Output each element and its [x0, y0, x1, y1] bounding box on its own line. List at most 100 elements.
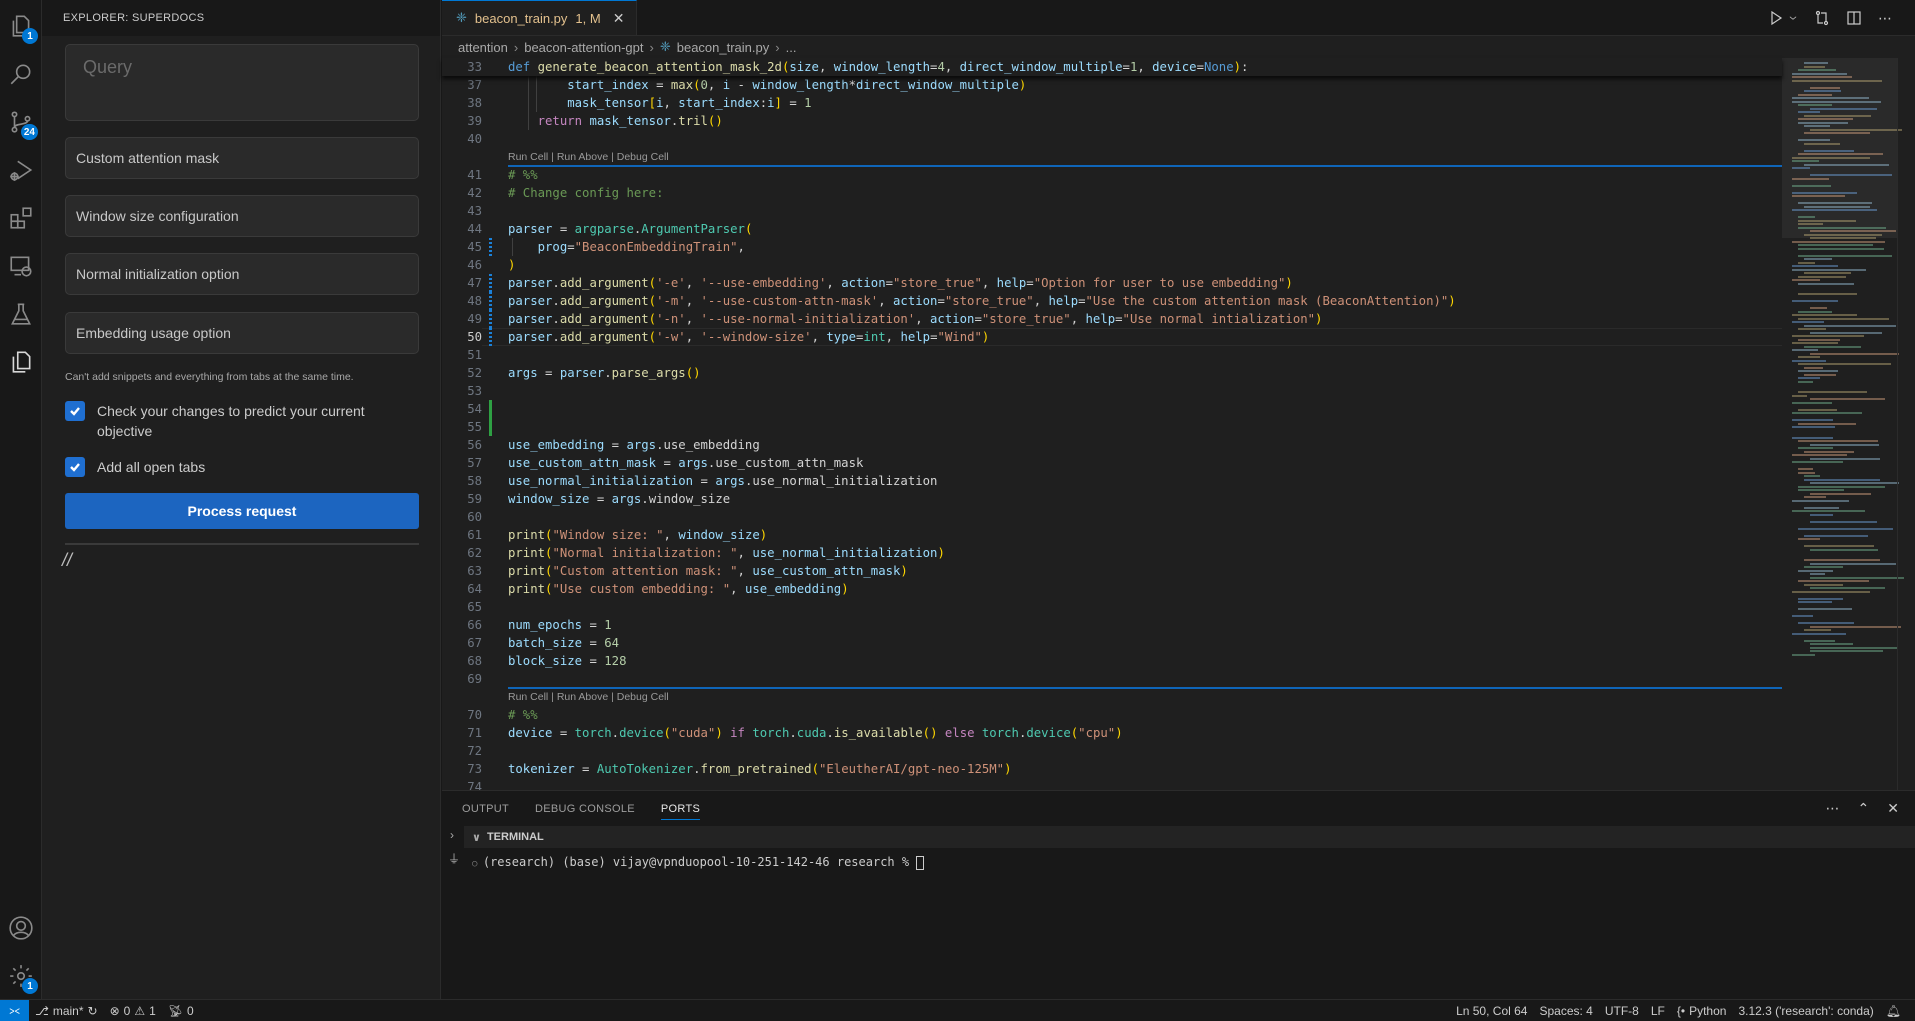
code-line[interactable]: 50 parser.add_argument('-w', '--window-si…: [442, 328, 1782, 346]
sync-icon[interactable]: ↻: [88, 1004, 98, 1018]
code-line[interactable]: 67 batch_size = 64: [442, 634, 1782, 652]
code-line[interactable]: 62 print("Normal initialization: ", use_n…: [442, 544, 1782, 562]
close-panel-icon[interactable]: ✕: [1887, 800, 1899, 817]
breadcrumb-item[interactable]: beacon_train.py: [677, 40, 770, 55]
code-line[interactable]: 49 parser.add_argument('-n', '--use-norma…: [442, 310, 1782, 328]
code-line[interactable]: 64 print("Use custom embedding: ", use_em…: [442, 580, 1782, 598]
close-icon[interactable]: ✕: [613, 10, 625, 27]
gutter-modified-marker[interactable]: [489, 238, 492, 256]
codelens-run-cell[interactable]: Run Cell | Run Above | Debug Cell: [508, 148, 669, 166]
code-line[interactable]: 57 use_custom_attn_mask = args.use_custom…: [442, 454, 1782, 472]
checkbox[interactable]: [65, 457, 85, 477]
checkbox[interactable]: [65, 401, 85, 421]
code-line[interactable]: 65: [442, 598, 1782, 616]
editor-scrollbar[interactable]: [1897, 58, 1911, 790]
testing-button[interactable]: [0, 294, 42, 334]
code-line[interactable]: 70 # %%: [442, 706, 1782, 724]
minimap[interactable]: [1782, 58, 1904, 790]
code-line[interactable]: 53: [442, 382, 1782, 400]
gutter-modified-marker[interactable]: [489, 292, 492, 310]
code-line[interactable]: 38 mask_tensor[i, start_index:i] = 1: [442, 94, 1782, 112]
breadcrumb-item[interactable]: attention: [458, 40, 508, 55]
extensions-button[interactable]: [0, 198, 42, 238]
code-line[interactable]: 68 block_size = 128: [442, 652, 1782, 670]
python-interpreter[interactable]: 3.12.3 ('research': conda): [1732, 1004, 1879, 1018]
code-line[interactable]: 56 use_embedding = args.use_embedding: [442, 436, 1782, 454]
settings-button[interactable]: 1: [0, 956, 42, 996]
gutter-modified-marker[interactable]: [489, 274, 492, 292]
code-line[interactable]: 63 print("Custom attention mask: ", use_c…: [442, 562, 1782, 580]
terminal[interactable]: ○ (research) (base) vijay@vpnduopool-10-…: [464, 848, 1894, 1000]
code-line[interactable]: 39 return mask_tensor.tril(): [442, 112, 1782, 130]
checkbox-add-open-tabs[interactable]: Add all open tabs: [65, 457, 419, 477]
end-of-line[interactable]: LF: [1645, 1004, 1671, 1018]
process-request-button[interactable]: Process request: [65, 493, 419, 529]
language-mode[interactable]: {• Python: [1671, 1004, 1733, 1018]
breadcrumb-item[interactable]: beacon-attention-gpt: [524, 40, 643, 55]
cursor-position[interactable]: Ln 50, Col 64: [1450, 1004, 1533, 1018]
breadcrumb-item[interactable]: ...: [786, 40, 797, 55]
code-line[interactable]: 59 window_size = args.window_size: [442, 490, 1782, 508]
code-line[interactable]: 60: [442, 508, 1782, 526]
code-line[interactable]: 44 parser = argparse.ArgumentParser(: [442, 220, 1782, 238]
code-line[interactable]: 48 parser.add_argument('-m', '--use-custo…: [442, 292, 1782, 310]
chevron-right-icon[interactable]: ›: [450, 828, 454, 842]
code-line[interactable]: 66 num_epochs = 1: [442, 616, 1782, 634]
option-custom-attention-mask[interactable]: Custom attention mask: [65, 137, 419, 179]
run-icon[interactable]: [1768, 10, 1784, 26]
problems-indicator[interactable]: ⊗ 0 ⚠ 1: [104, 1004, 162, 1018]
more-actions-icon[interactable]: ⋯: [1826, 800, 1840, 817]
code-line[interactable]: 45 prog="BeaconEmbeddingTrain",: [442, 238, 1782, 256]
code-line[interactable]: 54: [442, 400, 1782, 418]
notifications[interactable]: 🔔︎: [1880, 1004, 1915, 1018]
chevron-down-icon[interactable]: [1788, 10, 1798, 26]
code-line[interactable]: 41 # %%: [442, 166, 1782, 184]
code-line[interactable]: 37 start_index = max(0, i - window_lengt…: [442, 76, 1782, 94]
code-line[interactable]: 58 use_normal_initialization = args.use_n…: [442, 472, 1782, 490]
option-embedding-usage[interactable]: Embedding usage option: [65, 312, 419, 354]
explorer-button[interactable]: 1: [0, 6, 42, 46]
code-line[interactable]: 69: [442, 670, 1782, 688]
encoding[interactable]: UTF-8: [1599, 1004, 1645, 1018]
remote-indicator[interactable]: ⪥: [0, 999, 29, 1021]
gutter-added-marker[interactable]: [489, 400, 492, 436]
code-line[interactable]: 71 device = torch.device("cuda") if torch…: [442, 724, 1782, 742]
run-debug-button[interactable]: [0, 150, 42, 190]
maximize-panel-icon[interactable]: ⌃: [1858, 800, 1870, 817]
checkbox-predict-objective[interactable]: Check your changes to predict your curre…: [65, 401, 419, 441]
tab-beacon-train[interactable]: ❈ beacon_train.py 1, M ✕: [442, 0, 638, 35]
code-line[interactable]: 61 print("Window size: ", window_size): [442, 526, 1782, 544]
code-editor[interactable]: Run Cell | Run Above | Debug Cell Run Cel…: [442, 58, 1782, 794]
ports-indicator[interactable]: 📡︎ 0: [162, 1004, 200, 1018]
accounts-button[interactable]: [0, 908, 42, 948]
query-input[interactable]: Query: [65, 44, 419, 121]
tab-ports[interactable]: PORTS: [660, 803, 701, 820]
code-line[interactable]: 47 parser.add_argument('-e', '--use-embed…: [442, 274, 1782, 292]
search-button[interactable]: [0, 54, 42, 94]
code-line[interactable]: 55: [442, 418, 1782, 436]
codelens-run-cell[interactable]: Run Cell | Run Above | Debug Cell: [508, 688, 669, 706]
code-line[interactable]: 43: [442, 202, 1782, 220]
remote-explorer-button[interactable]: [0, 246, 42, 286]
gutter-modified-marker[interactable]: [489, 328, 492, 346]
source-control-button[interactable]: 24: [0, 102, 42, 142]
split-editor-icon[interactable]: [1846, 10, 1862, 26]
code-line[interactable]: 72: [442, 742, 1782, 760]
terminal-section-header[interactable]: ∨ TERMINAL: [464, 826, 1915, 848]
code-line[interactable]: 73 tokenizer = AutoTokenizer.from_pretrai…: [442, 760, 1782, 778]
code-line[interactable]: 52 args = parser.parse_args(): [442, 364, 1782, 382]
code-line[interactable]: 51: [442, 346, 1782, 364]
option-normal-initialization[interactable]: Normal initialization option: [65, 253, 419, 295]
more-actions-icon[interactable]: ⋯: [1878, 10, 1893, 27]
superdocs-button[interactable]: [0, 342, 42, 382]
branch-indicator[interactable]: ⎇ main* ↻: [29, 1004, 104, 1018]
tab-debug-console[interactable]: DEBUG CONSOLE: [535, 803, 635, 815]
sticky-scroll-line[interactable]: 33 def generate_beacon_attention_mask_2d(…: [442, 58, 1782, 76]
tab-output[interactable]: OUTPUT: [462, 803, 509, 815]
gutter-modified-marker[interactable]: [489, 310, 492, 328]
indentation[interactable]: Spaces: 4: [1533, 1004, 1598, 1018]
minimap-slider[interactable]: [1782, 58, 1897, 238]
code-line[interactable]: 42 # Change config here:: [442, 184, 1782, 202]
compare-changes-icon[interactable]: [1814, 10, 1830, 26]
code-line[interactable]: 46): [442, 256, 1782, 274]
